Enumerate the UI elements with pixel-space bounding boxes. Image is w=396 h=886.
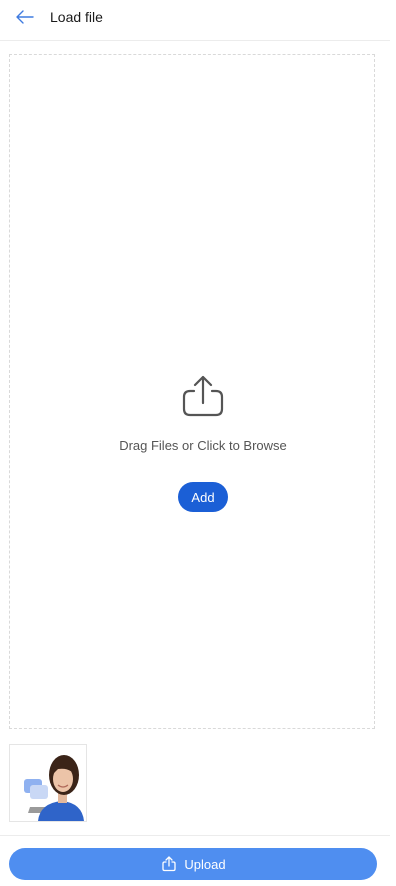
upload-button[interactable]: Upload — [9, 848, 377, 880]
upload-button-label: Upload — [184, 856, 226, 872]
back-button[interactable] — [14, 7, 36, 27]
page-title: Load file — [50, 9, 103, 25]
load-file-screen: Load file Drag Files or Click to Browse … — [0, 0, 396, 886]
file-dropzone[interactable]: Drag Files or Click to Browse Add — [9, 54, 375, 729]
app-header: Load file — [0, 0, 390, 41]
upload-share-icon — [160, 855, 178, 873]
add-button[interactable]: Add — [178, 482, 228, 512]
arrow-left-icon — [16, 10, 34, 24]
footer-divider — [0, 835, 390, 836]
profile-photo-thumbnail — [10, 745, 86, 821]
attachment-thumbnail[interactable] — [9, 744, 87, 822]
dropzone-hint: Drag Files or Click to Browse — [119, 438, 287, 453]
upload-share-icon — [182, 375, 224, 417]
